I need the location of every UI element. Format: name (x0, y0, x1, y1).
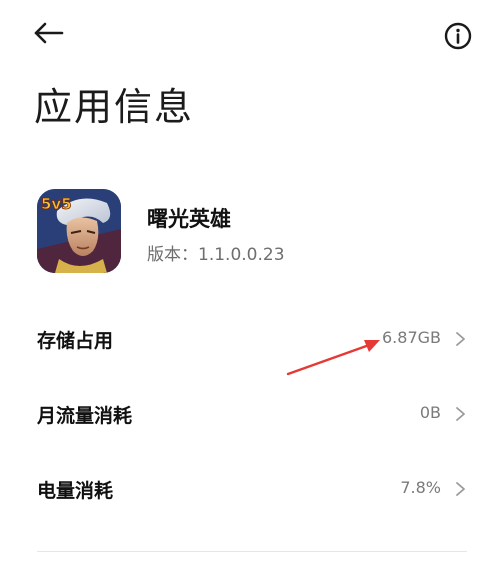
info-button[interactable] (441, 19, 475, 53)
chevron-right-icon (456, 407, 465, 421)
storage-usage-label: 存储占用 (37, 330, 114, 352)
app-version: 版本：1.1.0.0.23 (147, 245, 285, 265)
back-arrow-icon (34, 22, 64, 44)
monthly-data-usage-row[interactable]: 月流量消耗 0B (37, 393, 467, 433)
monthly-data-usage-value: 0B (419, 403, 441, 422)
app-logo-image: 5v5 (37, 189, 121, 273)
app-name: 曙光英雄 (147, 207, 231, 231)
storage-usage-row[interactable]: 存储占用 6.87GB (37, 318, 467, 358)
battery-usage-value: 7.8% (400, 478, 441, 497)
app-icon: 5v5 (37, 189, 121, 273)
back-button[interactable] (30, 16, 70, 50)
info-icon (444, 22, 472, 50)
monthly-data-usage-label: 月流量消耗 (37, 405, 133, 427)
icon-badge-text: 5v5 (41, 195, 72, 213)
chevron-right-icon (456, 332, 465, 346)
top-bar (0, 0, 503, 70)
app-header: 5v5 曙光英雄 版本：1.1.0.0.23 (37, 189, 467, 279)
chevron-right-icon (456, 482, 465, 496)
battery-usage-row[interactable]: 电量消耗 7.8% (37, 468, 467, 508)
storage-usage-value: 6.87GB (382, 328, 441, 347)
battery-usage-label: 电量消耗 (37, 480, 114, 502)
page-title: 应用信息 (34, 85, 195, 129)
divider (37, 551, 467, 552)
